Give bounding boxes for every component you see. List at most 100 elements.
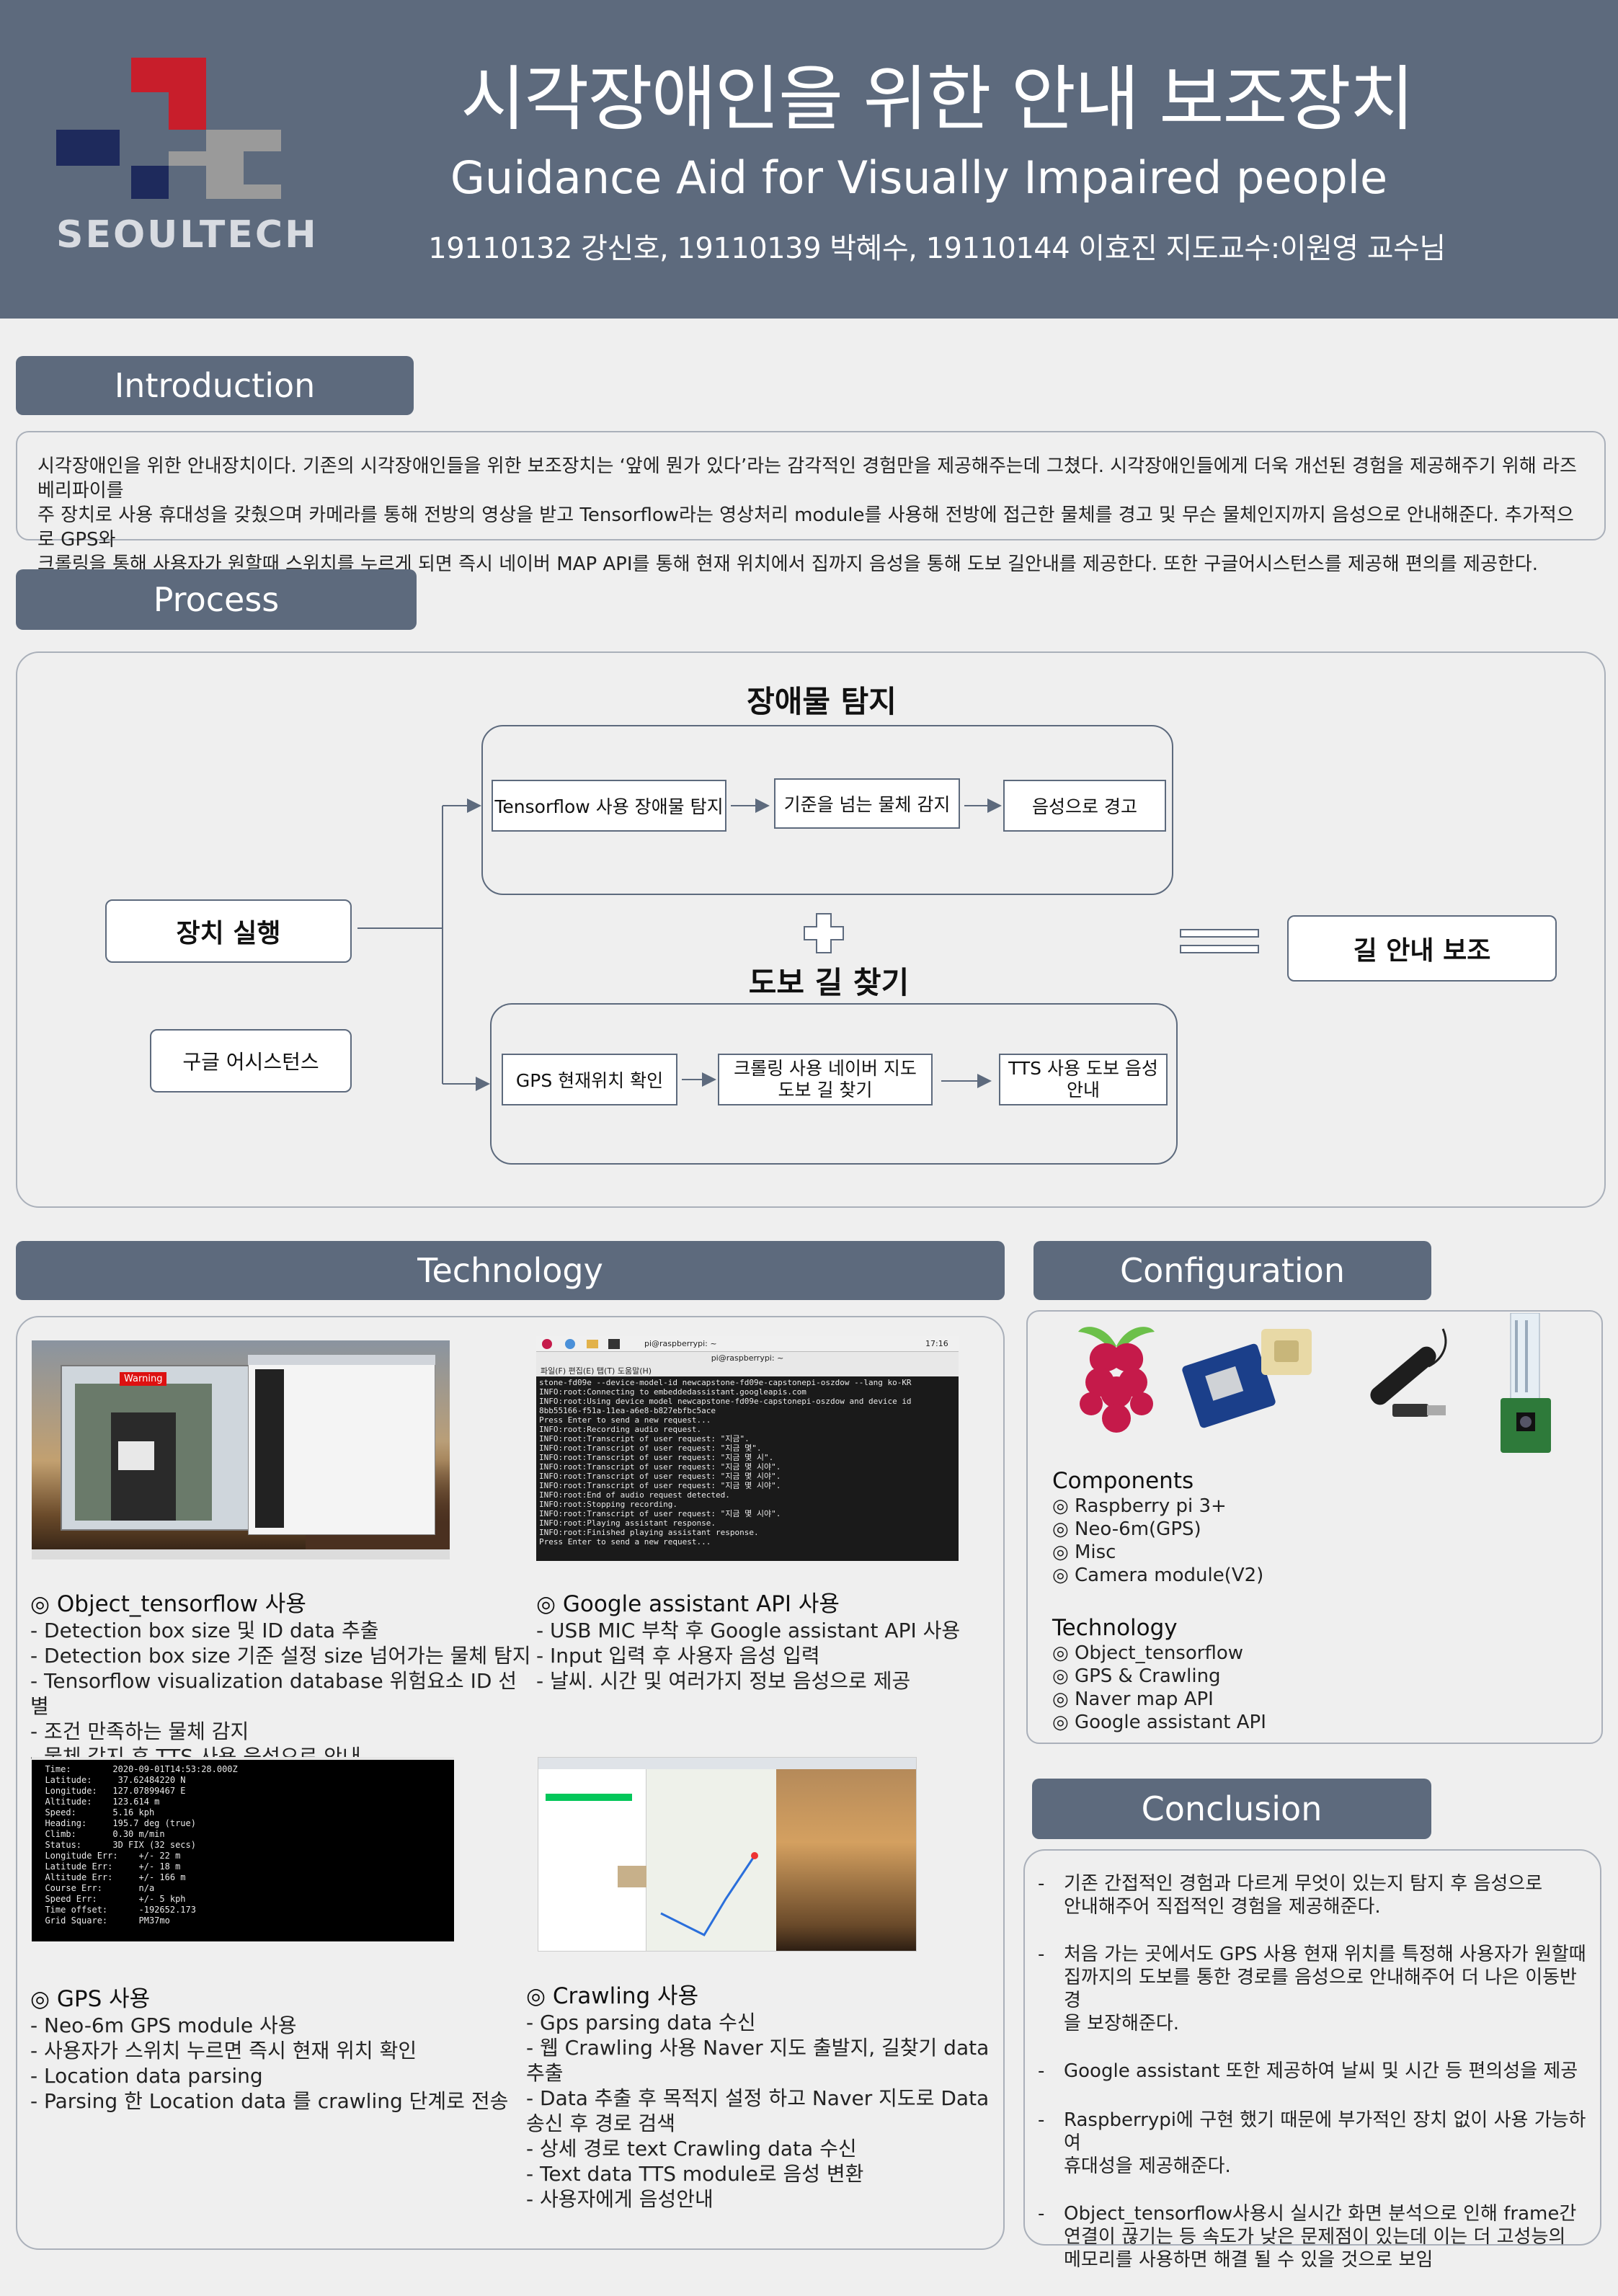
terminal-line: Press Enter to send a new request... bbox=[539, 1537, 711, 1547]
assistant-item: - 날씨. 시간 및 여러가지 정보 음성으로 제공 bbox=[536, 1669, 911, 1693]
terminal-window-title: pi@raspberrypi: ~ bbox=[711, 1353, 784, 1363]
terminal-line: Climb: 0.30 m/min bbox=[35, 1829, 165, 1839]
configuration-heading-text: Configuration bbox=[1120, 1251, 1345, 1290]
browser-icon bbox=[565, 1339, 575, 1349]
assistant-terminal-screenshot: pi@raspberrypi: ~ 17:16 pi@raspberrypi: … bbox=[536, 1336, 959, 1561]
component-item: ◎ Camera module(V2) bbox=[1052, 1565, 1264, 1586]
config-technology-item: ◎ Google assistant API bbox=[1052, 1712, 1266, 1733]
terminal-line: INFO:root:Playing assistant response. bbox=[539, 1518, 716, 1528]
component-item: ◎ Misc bbox=[1052, 1541, 1116, 1563]
conclusion-bullet: - bbox=[1038, 2060, 1045, 2082]
conclusion-item: - Raspberrypi에 구현 했기 때문에 부가적인 장치 없이 사용 가능… bbox=[1038, 2109, 1593, 2178]
crawling-item: 추출 bbox=[526, 2061, 564, 2085]
conclusion-item: - Object_tensorflow사용시 실시간 화면 분석으로 인해 fra… bbox=[1038, 2202, 1593, 2271]
conclusion-line: Google assistant 또한 제공하여 날씨 및 시간 등 편의성을 … bbox=[1064, 2060, 1578, 2082]
terminal-line: Speed Err: +/- 5 kph bbox=[35, 1894, 186, 1904]
conclusion-line: 처음 가는 곳에서도 GPS 사용 현재 위치를 특정해 사용자가 원할때 bbox=[1064, 1944, 1586, 1965]
usb-mic-icon bbox=[1370, 1328, 1447, 1417]
object-detection-screenshot: Warning bbox=[32, 1340, 450, 1559]
terminal-line: INFO:root:Transcript of user request: "지… bbox=[539, 1443, 762, 1453]
terminal-line: INFO:root:Transcript of user request: "지… bbox=[539, 1434, 750, 1443]
terminal-menu: 파일(F) 편집(E) 탭(T) 도움말(H) bbox=[541, 1366, 652, 1376]
object-tensorflow-title: ◎ Object_tensorflow 사용 bbox=[30, 1591, 306, 1617]
crawling-item: - Text data TTS module로 음성 변환 bbox=[526, 2162, 864, 2186]
gps-title: ◎ GPS 사용 bbox=[30, 1986, 151, 2012]
terminal-line: Heading: 195.7 deg (true) bbox=[35, 1818, 196, 1828]
components-section: Components ◎ Raspberry pi 3+ ◎ Neo-6m(GP… bbox=[1052, 1467, 1571, 1587]
terminal-line: Altitude Err: +/- 166 m bbox=[35, 1872, 186, 1882]
terminal-line: INFO:root:Transcript of user request: "지… bbox=[539, 1481, 781, 1490]
component-item: ◎ Neo-6m(GPS) bbox=[1052, 1518, 1201, 1540]
crawling-item: - 상세 경로 text Crawling data 수신 bbox=[526, 2137, 857, 2161]
terminal-line: Course Err: n/a bbox=[35, 1883, 155, 1893]
gps-item: - 사용자가 스위치 누르면 즉시 현재 위치 확인 bbox=[30, 2039, 417, 2063]
object-item: - 조건 만족하는 물체 감지 bbox=[30, 1719, 249, 1743]
gps-item: - Parsing 한 Location data 를 crawling 단계로… bbox=[30, 2089, 509, 2113]
terminal-line: Altitude: 123.614 m bbox=[35, 1797, 160, 1807]
warning-label: Warning bbox=[120, 1372, 167, 1386]
terminal-line: INFO:root:Using device model newcapstone… bbox=[539, 1397, 912, 1406]
conclusion-line: 안내해주어 직접적인 경험을 제공해준다. bbox=[1064, 1896, 1381, 1918]
conclusion-heading-text: Conclusion bbox=[1141, 1789, 1323, 1828]
terminal-line: 8bb55166-f51a-11ea-a6e8-b827ebfbc5ace bbox=[539, 1406, 716, 1415]
configuration-heading: Configuration bbox=[1034, 1241, 1431, 1300]
terminal-line: INFO:root:Transcript of user request: "지… bbox=[539, 1462, 781, 1472]
terminal-line: INFO:root:Finished playing assistant res… bbox=[539, 1528, 759, 1537]
terminal-line: INFO:root:Stopping recording. bbox=[539, 1500, 678, 1509]
naver-map-screenshot bbox=[538, 1757, 917, 1952]
google-assistant-title: ◎ Google assistant API 사용 bbox=[536, 1591, 840, 1617]
terminal-line: INFO:root:Transcript of user request: "지… bbox=[539, 1509, 781, 1518]
config-technology-item: ◎ Naver map API bbox=[1052, 1688, 1214, 1710]
terminal-line: Longitude Err: +/- 22 m bbox=[35, 1851, 181, 1861]
object-item: - Detection box size 및 ID data 추출 bbox=[30, 1619, 379, 1642]
assistant-item: - USB MIC 부착 후 Google assistant API 사용 bbox=[536, 1619, 961, 1642]
conclusion-bullet: - bbox=[1038, 2109, 1045, 2131]
conclusion-bullet: - bbox=[1038, 1873, 1045, 1895]
conclusion-line: Raspberrypi에 구현 했기 때문에 부가적인 장치 없이 사용 가능하… bbox=[1064, 2109, 1586, 2154]
conclusion-line: 기존 간접적인 경험과 다르게 무엇이 있는지 탐지 후 음성으로 bbox=[1064, 1873, 1543, 1895]
crawling-item: - 웹 Crawling 사용 Naver 지도 출발지, 길찾기 data bbox=[526, 2036, 990, 2060]
terminal-body: stone-fd09e --device-model-id newcapston… bbox=[536, 1376, 959, 1561]
process-connectors bbox=[357, 798, 1259, 1091]
route-line bbox=[660, 1852, 758, 1936]
terminal-line: Press Enter to send a new request... bbox=[539, 1415, 711, 1425]
conclusion-bullet: - bbox=[1038, 1944, 1045, 1965]
gps-module-icon bbox=[1182, 1329, 1312, 1428]
taskbar-clock: 17:16 bbox=[925, 1339, 948, 1348]
crawling-title: ◎ Crawling 사용 bbox=[526, 1983, 699, 2009]
config-technology-section: Technology ◎ Object_tensorflow ◎ GPS & C… bbox=[1052, 1614, 1571, 1734]
conclusion-item: - 기존 간접적인 경험과 다르게 무엇이 있는지 탐지 후 음성으로 안내해주어 … bbox=[1038, 1872, 1593, 1918]
technology-heading: Technology bbox=[16, 1241, 1005, 1300]
technology-heading-text: Technology bbox=[417, 1251, 603, 1290]
gps-section: ◎ GPS 사용 - Neo-6m GPS module 사용 - 사용자가 스… bbox=[30, 1980, 520, 2114]
folder-icon bbox=[587, 1340, 598, 1348]
camera-module-icon bbox=[1501, 1313, 1551, 1453]
object-tensorflow-section: ◎ Object_tensorflow 사용 - Detection box s… bbox=[30, 1585, 535, 1769]
terminal-line: Grid Square: PM37mo bbox=[35, 1915, 170, 1926]
plus-icon bbox=[804, 913, 844, 953]
assistant-item: - Input 입력 후 사용자 음성 입력 bbox=[536, 1644, 820, 1668]
terminal-line: Longitude: 127.07899467 E bbox=[35, 1786, 186, 1796]
object-item: - Detection box size 기준 설정 size 넘어가는 물체 … bbox=[30, 1644, 531, 1668]
terminal-line: stone-fd09e --device-model-id newcapston… bbox=[539, 1378, 912, 1387]
conclusion-line: 연결이 끊기는 등 속도가 낮은 문제점이 있는데 이는 더 고성능의 bbox=[1064, 2226, 1566, 2248]
terminal-icon bbox=[608, 1339, 620, 1349]
terminal-line: Time offset: -192652.173 bbox=[35, 1905, 196, 1915]
conclusion-list: - 기존 간접적인 경험과 다르게 무엇이 있는지 탐지 후 음성으로 안내해주어 … bbox=[1038, 1872, 1593, 2296]
terminal-line: INFO:root:Transcript of user request: "지… bbox=[539, 1453, 774, 1462]
crawling-section: ◎ Crawling 사용 - Gps parsing data 수신 - 웹 … bbox=[526, 1977, 995, 2212]
equals-icon bbox=[1180, 929, 1259, 953]
conclusion-item: - 처음 가는 곳에서도 GPS 사용 현재 위치를 특정해 사용자가 원할때 집까… bbox=[1038, 1943, 1593, 2035]
object-item: - Tensorflow visualization database 위험요소… bbox=[30, 1669, 517, 1718]
terminal-line: INFO:root:Connecting to embeddedassistan… bbox=[539, 1387, 806, 1397]
crawling-item: - 사용자에게 음성안내 bbox=[526, 2187, 714, 2211]
crawling-item: - Gps parsing data 수신 bbox=[526, 2011, 756, 2034]
terminal-line: INFO:root:Transcript of user request: "지… bbox=[539, 1472, 781, 1481]
terminal-line: Status: 3D FIX (32 secs) bbox=[35, 1840, 196, 1850]
config-technology-title: Technology bbox=[1052, 1615, 1178, 1641]
components-title: Components bbox=[1052, 1468, 1194, 1494]
raspberry-pi-icon bbox=[1078, 1327, 1155, 1433]
conclusion-heading: Conclusion bbox=[1032, 1779, 1431, 1839]
gps-item: - Neo-6m GPS module 사용 bbox=[30, 2014, 297, 2037]
crawling-item: - Data 추출 후 목적지 설정 하고 Naver 지도로 Data bbox=[526, 2086, 990, 2110]
